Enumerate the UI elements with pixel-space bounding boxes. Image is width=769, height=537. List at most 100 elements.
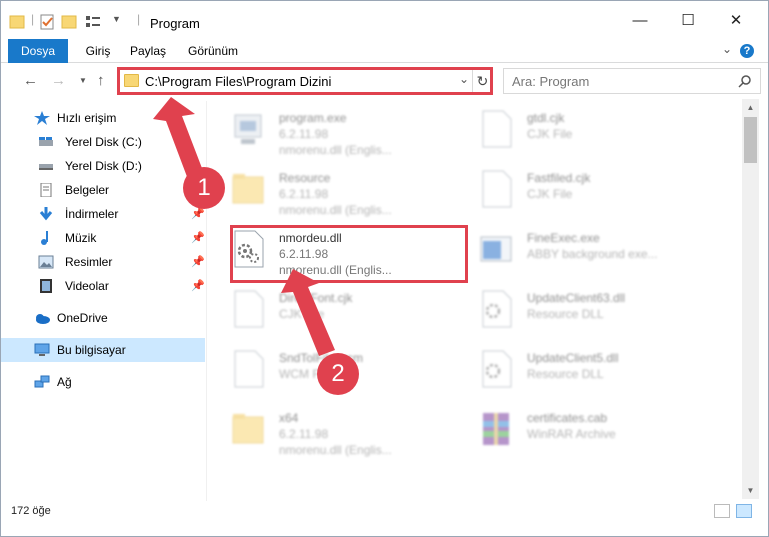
dll-gear-icon bbox=[482, 350, 512, 388]
properties-icon[interactable] bbox=[39, 13, 55, 31]
drive-icon bbox=[39, 164, 53, 170]
sidebar-item-label: Ağ bbox=[57, 375, 72, 389]
back-arrow-icon[interactable]: ← bbox=[23, 72, 38, 89]
download-icon bbox=[39, 207, 53, 221]
file-description: nmorenu.dll (Englis... bbox=[279, 263, 392, 277]
minimize-button[interactable]: — bbox=[617, 1, 663, 39]
video-icon bbox=[40, 279, 52, 293]
details-view-icon[interactable] bbox=[714, 504, 730, 518]
star-icon bbox=[34, 111, 50, 125]
vertical-scrollbar[interactable]: ▲ ▼ bbox=[742, 99, 759, 499]
list-item[interactable]: SndTolFile.wcm WCM File bbox=[211, 341, 451, 397]
maximize-button[interactable]: ☐ bbox=[665, 1, 711, 39]
chevron-down-icon[interactable]: ⌄ bbox=[459, 72, 469, 86]
pin-icon[interactable]: 📌 bbox=[191, 231, 205, 244]
sidebar-item-downloads[interactable]: İndirmeler 📌 bbox=[1, 202, 205, 226]
sidebar-item-music[interactable]: Müzik 📌 bbox=[1, 226, 205, 250]
sidebar-item-local-disk-d[interactable]: Yerel Disk (D:) bbox=[1, 154, 205, 178]
refresh-icon[interactable]: ↻ bbox=[472, 69, 492, 93]
chevron-down-icon[interactable]: ⌄ bbox=[722, 42, 732, 56]
close-button[interactable]: ✕ bbox=[713, 1, 759, 39]
file-description: nmorenu.dll (Englis... bbox=[279, 143, 392, 157]
folder-icon bbox=[9, 15, 25, 29]
separator: | bbox=[137, 12, 141, 26]
file-version: 6.2.11.98 bbox=[279, 127, 329, 141]
title-bar: | ▼ | Program — ☐ ✕ bbox=[1, 1, 768, 39]
file-list: program.exe 6.2.11.98 nmorenu.dll (Engli… bbox=[211, 99, 741, 499]
forward-arrow-icon[interactable]: → bbox=[51, 72, 66, 89]
music-icon bbox=[41, 231, 48, 245]
address-path: C:\Program Files\Program Dizini bbox=[145, 74, 332, 89]
sidebar-item-label: Belgeler bbox=[65, 183, 110, 197]
sidebar-item-pictures[interactable]: Resimler 📌 bbox=[1, 250, 205, 274]
tab-file[interactable]: Dosya bbox=[8, 39, 68, 63]
list-item[interactable]: x64 6.2.11.98 nmorenu.dll (Englis... bbox=[211, 401, 451, 457]
list-item[interactable]: Fastfiled.cjk CJK File bbox=[459, 161, 699, 217]
tab-share[interactable]: Paylaş bbox=[125, 39, 171, 63]
search-input[interactable]: Ara: Program bbox=[503, 68, 761, 94]
documents-icon bbox=[40, 183, 52, 197]
file-version: CJK File bbox=[279, 307, 325, 321]
list-item[interactable]: UpdateClient63.dll Resource DLL bbox=[459, 281, 699, 337]
file-version: 6.2.11.98 bbox=[279, 187, 329, 201]
pin-icon[interactable]: 📌 bbox=[191, 207, 205, 220]
file-name: nmordeu.dll bbox=[279, 231, 342, 245]
list-item[interactable]: gtdl.cjk CJK File bbox=[459, 101, 699, 157]
pane-splitter[interactable] bbox=[206, 101, 207, 501]
file-description: nmorenu.dll (Englis... bbox=[279, 443, 392, 457]
network-icon bbox=[34, 375, 50, 388]
scrollbar-thumb[interactable] bbox=[744, 117, 757, 163]
help-icon[interactable]: ? bbox=[740, 44, 754, 58]
file-name: DirectFont.cjk bbox=[279, 291, 353, 305]
recent-locations-icon[interactable]: ▼ bbox=[79, 76, 87, 85]
file-name: UpdateClient5.dll bbox=[527, 351, 619, 365]
sidebar-item-network[interactable]: Ağ bbox=[1, 370, 205, 394]
file-version: 6.2.11.98 bbox=[279, 427, 329, 441]
up-arrow-icon[interactable]: ↑ bbox=[97, 72, 105, 89]
sidebar-item-this-pc[interactable]: Bu bilgisayar bbox=[1, 338, 205, 362]
pin-icon[interactable]: 📌 bbox=[191, 255, 205, 268]
file-version: 6.2.11.98 bbox=[279, 247, 329, 261]
sidebar-item-label: Resimler bbox=[65, 255, 113, 269]
sidebar-item-onedrive[interactable]: OneDrive bbox=[1, 306, 205, 330]
scroll-up-icon[interactable]: ▲ bbox=[742, 99, 759, 116]
file-icon bbox=[234, 290, 264, 328]
tab-view[interactable]: Görünüm bbox=[182, 39, 244, 63]
sidebar-item-videos[interactable]: Videolar 📌 bbox=[1, 274, 205, 298]
customize-toolbar-icon[interactable]: ▼ bbox=[112, 14, 121, 32]
list-item[interactable]: UpdateClient5.dll Resource DLL bbox=[459, 341, 699, 397]
new-folder-icon[interactable] bbox=[61, 13, 77, 31]
list-item[interactable]: DirectFont.cjk CJK File bbox=[211, 281, 451, 337]
sidebar-item-local-disk-c[interactable]: Yerel Disk (C:) bbox=[1, 130, 205, 154]
folder-icon bbox=[232, 174, 264, 204]
sidebar-item-quick-access[interactable]: Hızlı erişim bbox=[1, 106, 205, 130]
folder-icon bbox=[232, 414, 264, 444]
navigation-pane: Hızlı erişim Yerel Disk (C:) Yerel Disk … bbox=[1, 101, 206, 501]
tab-home[interactable]: Giriş bbox=[73, 39, 123, 63]
file-version: CJK File bbox=[527, 187, 573, 201]
file-version: ABBY background exe... bbox=[527, 247, 658, 261]
dll-gear-icon bbox=[482, 290, 512, 328]
explorer-window: | ▼ | Program — ☐ ✕ Dosya Giriş Paylaş G… bbox=[0, 0, 769, 537]
file-name: certificates.cab bbox=[527, 411, 608, 425]
file-version: WCM File bbox=[279, 367, 332, 381]
list-item[interactable]: program.exe 6.2.11.98 nmorenu.dll (Engli… bbox=[211, 101, 451, 157]
status-bar: 172 öğe bbox=[1, 501, 768, 523]
folder-icon bbox=[124, 74, 139, 87]
pin-icon[interactable]: 📌 bbox=[191, 279, 205, 292]
sidebar-item-label: OneDrive bbox=[57, 311, 108, 325]
list-item[interactable]: FineExec.exe ABBY background exe... bbox=[459, 221, 699, 277]
view-options-icon[interactable] bbox=[84, 13, 104, 31]
scroll-down-icon[interactable]: ▼ bbox=[742, 482, 759, 499]
search-placeholder: Ara: Program bbox=[512, 74, 590, 89]
sidebar-item-documents[interactable]: Belgeler bbox=[1, 178, 205, 202]
list-item[interactable]: Resource 6.2.11.98 nmorenu.dll (Englis..… bbox=[211, 161, 451, 217]
list-item-selected[interactable]: nmordeu.dll 6.2.11.98 nmorenu.dll (Engli… bbox=[211, 221, 451, 277]
file-name: x64 bbox=[279, 411, 299, 425]
file-version: WinRAR Archive bbox=[527, 427, 616, 441]
list-item[interactable]: certificates.cab WinRAR Archive bbox=[459, 401, 699, 457]
sidebar-item-label: Videolar bbox=[65, 279, 109, 293]
file-description: nmorenu.dll (Englis... bbox=[279, 203, 392, 217]
address-bar[interactable]: C:\Program Files\Program Dizini ⌄ ↻ bbox=[118, 68, 492, 94]
large-icons-view-icon[interactable] bbox=[736, 504, 752, 518]
